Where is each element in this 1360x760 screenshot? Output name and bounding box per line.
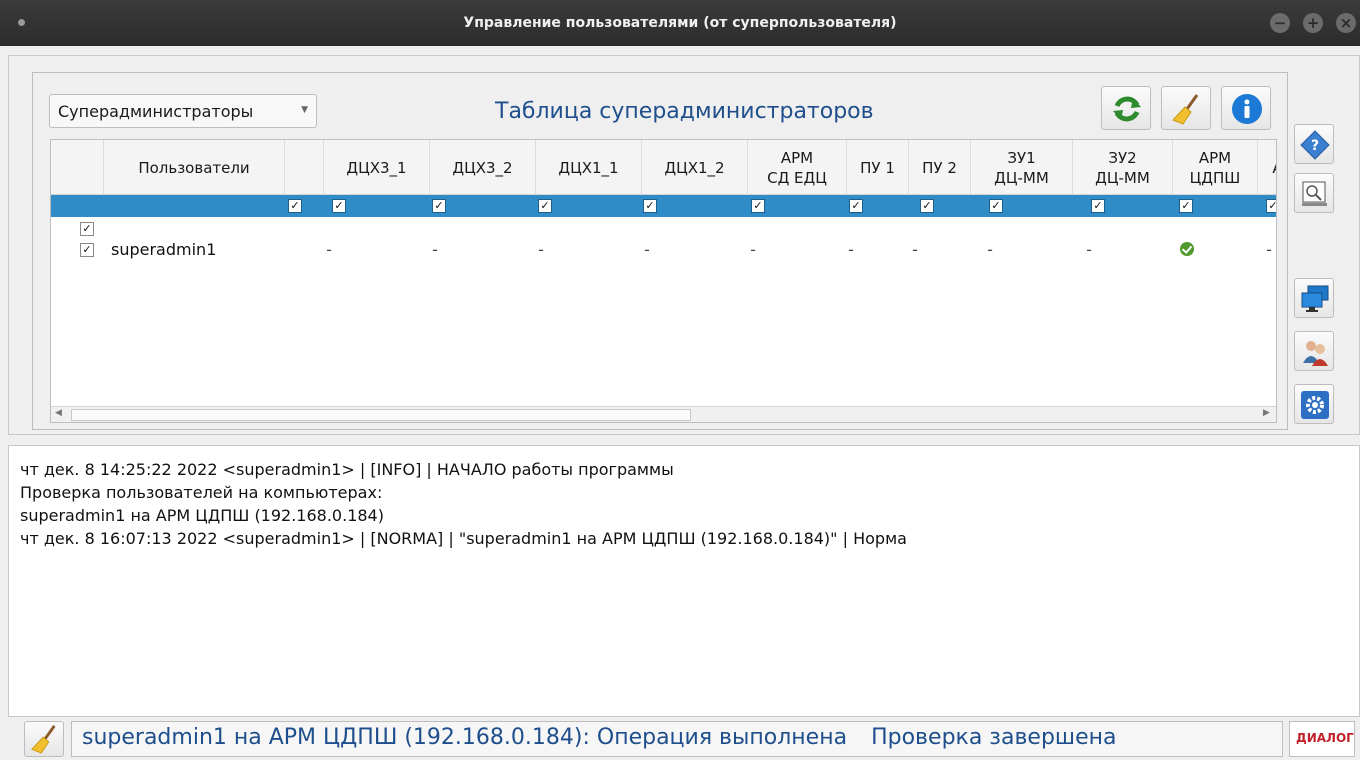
row-checkbox[interactable]: ✓ [80,222,94,236]
clear-button[interactable] [1161,86,1211,130]
group-select[interactable]: Супeрадминистраторы ▼ [49,94,317,128]
users-button[interactable] [1294,331,1334,371]
window-titlebar: Управление пользователями (от суперпольз… [0,0,1360,46]
svg-text:?: ? [1311,138,1319,154]
column-header[interactable] [51,140,104,195]
info-button[interactable] [1221,86,1271,130]
superadmins-table: Пользователи ДЦХ3_1 ДЦХ3_2 ДЦХ1_1 ДЦХ1_2… [50,139,1277,423]
users-panel: Супeрадминистраторы ▼ Таблица суперадмин… [8,55,1360,435]
check-ok-icon [1180,242,1194,256]
column-checkbox[interactable]: ✓ [538,199,552,213]
dialog-logo: ДИАЛОГ [1289,721,1355,757]
column-header[interactable]: ДЦХ1_2 [642,140,748,195]
settings-button[interactable] [1294,384,1334,424]
column-header[interactable]: АРМ СД ЕДЦ [748,140,847,195]
column-checkbox[interactable]: ✓ [751,199,765,213]
user-cell: superadmin1 [111,240,217,259]
table-cell: - [538,240,544,259]
column-header[interactable]: ДЦХ1_1 [536,140,642,195]
column-checkbox[interactable]: ✓ [1091,199,1105,213]
help-icon: ? [1300,130,1330,160]
column-header[interactable]: ПУ 2 [909,140,971,195]
broom-icon [1172,94,1199,125]
table-frame: Супeрадминистраторы ▼ Таблица суперадмин… [32,72,1288,430]
table-cell: - [326,240,332,259]
group-select-value: Супeрадминистраторы [58,102,254,121]
select-all-row[interactable]: ✓ ✓ ✓ ✓ ✓ ✓ ✓ ✓ ✓ ✓ ✓ ✓ [51,195,1276,217]
column-header[interactable] [285,140,324,195]
close-icon[interactable]: × [1336,13,1356,33]
log-line: чт дек. 8 16:07:13 2022 <superadmin1> | … [20,529,907,548]
select-all-checkbox[interactable]: ✓ [288,199,302,213]
column-checkbox[interactable]: ✓ [432,199,446,213]
refresh-icon [1113,96,1141,122]
column-header[interactable]: ЗУ2 ДЦ-ММ [1073,140,1173,195]
column-checkbox[interactable]: ✓ [1179,199,1193,213]
column-header-users[interactable]: Пользователи [104,140,285,195]
event-log[interactable]: чт дек. 8 14:25:22 2022 <superadmin1> | … [8,445,1360,717]
row-checkbox[interactable]: ✓ [80,243,94,257]
chevron-down-icon: ▼ [301,105,308,115]
info-icon [1232,94,1262,124]
maximize-icon[interactable]: + [1303,13,1323,33]
column-checkbox[interactable]: ✓ [643,199,657,213]
computers-button[interactable] [1294,278,1334,318]
column-checkbox[interactable]: ✓ [1266,199,1276,213]
column-header[interactable]: АРМ ЦДПШ [1173,140,1258,195]
table-title: Таблица суперадминистраторов [495,99,874,124]
table-row[interactable]: ✓ [51,218,1276,240]
log-line: чт дек. 8 14:25:22 2022 <superadmin1> | … [20,460,674,479]
column-checkbox[interactable]: ✓ [332,199,346,213]
log-line: Проверка пользователей на компьютерах: [20,483,383,502]
table-cell: - [644,240,650,259]
find-computer-button[interactable] [1294,173,1334,213]
table-cell: - [432,240,438,259]
scroll-right-icon[interactable]: ▶ [1263,408,1270,418]
computers-icon [1301,285,1329,312]
help-button[interactable]: ? [1294,124,1334,164]
column-checkbox[interactable]: ✓ [849,199,863,213]
table-cell: - [1086,240,1092,259]
column-header[interactable]: ДЦХ3_1 [324,140,430,195]
refresh-button[interactable] [1101,86,1151,130]
scrollbar-thumb[interactable] [71,409,691,421]
column-checkbox[interactable]: ✓ [920,199,934,213]
horizontal-scrollbar[interactable]: ◀ ▶ [51,406,1276,422]
status-result: Проверка завершена [871,725,1117,750]
table-cell: - [750,240,756,259]
search-computer-icon [1302,181,1327,206]
users-icon [1303,341,1328,366]
logo-text: ДИАЛОГ [1296,731,1354,745]
broom-icon [31,725,56,754]
settings-icon [1301,391,1329,419]
table-cell: - [987,240,993,259]
status-message: superadmin1 на АРМ ЦДПШ (192.168.0.184):… [71,721,1283,757]
column-header[interactable]: А [1258,140,1276,195]
clear-log-button[interactable] [24,721,64,757]
table-row[interactable]: ✓ superadmin1 - - - - - - - - - - [51,238,1276,260]
column-checkbox[interactable]: ✓ [989,199,1003,213]
column-header[interactable]: ПУ 1 [847,140,909,195]
status-operation: superadmin1 на АРМ ЦДПШ (192.168.0.184):… [82,725,848,750]
log-line: superadmin1 на АРМ ЦДПШ (192.168.0.184) [20,506,384,525]
minimize-icon[interactable]: − [1270,13,1290,33]
column-header[interactable]: ДЦХ3_2 [430,140,536,195]
table-cell: - [1266,240,1272,259]
table-header: Пользователи ДЦХ3_1 ДЦХ3_2 ДЦХ1_1 ДЦХ1_2… [51,140,1276,195]
column-header[interactable]: ЗУ1 ДЦ-ММ [971,140,1073,195]
table-cell: - [848,240,854,259]
scroll-left-icon[interactable]: ◀ [55,408,62,418]
table-cell: - [912,240,918,259]
window-title: Управление пользователями (от суперпольз… [463,15,897,31]
